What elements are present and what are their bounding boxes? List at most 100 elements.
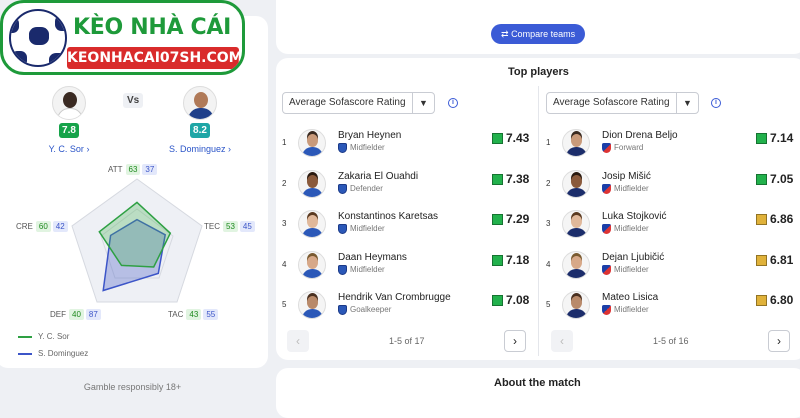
player-b-rating: 8.2 [190,123,210,138]
player-row[interactable]: 3 Konstantinos Karetsas Midfielder 7.29 [282,206,530,246]
player-a-rating: 7.8 [59,123,79,138]
player-a-avatar [52,86,86,120]
stat-def: DEF 40 87 [50,309,101,320]
player-row[interactable]: 2 Zakaria El Ouahdi Defender 7.38 [282,166,530,206]
team-crest-icon [602,183,611,194]
player-position: Midfielder [338,143,385,153]
next-page-button-left[interactable]: › [504,330,526,352]
player-rank: 2 [546,178,551,188]
player-position: Defender [338,183,383,194]
player-position: Midfielder [338,264,385,275]
player-photo [298,291,326,319]
info-icon[interactable]: i [711,98,721,108]
top-players-title: Top players [508,66,569,78]
player-photo [562,250,590,279]
player-photo [562,169,590,198]
compare-icon: ⇄ [501,29,509,39]
player-row[interactable]: 3 Luka Stojković Midfielder 6.86 [546,206,794,246]
rating-color-indicator [492,173,503,185]
player-rating: 6.81 [770,252,794,267]
soccer-ball-icon [9,9,67,67]
player-name: Luka Stojković [602,211,667,222]
player-rank: 1 [546,138,551,147]
player-row[interactable]: 4 Dejan Ljubičić Midfielder 6.81 [546,247,794,287]
rating-color-indicator [492,295,503,306]
caret-down-icon: ▼ [412,93,434,113]
player-rank: 1 [282,138,287,147]
info-icon[interactable]: i [448,98,458,108]
player-row[interactable]: 5 Hendrik Van Crombrugge Goalkeeper 7.08 [282,287,530,327]
player-name: Josip Mišić [602,170,651,182]
player-name: Bryan Heynen [338,130,402,141]
next-page-button-right[interactable]: › [768,330,790,352]
about-match-title: About the match [494,377,581,389]
site-logo[interactable]: KÈO NHÀ CÁI KEONHACAI07SH.COM [0,0,245,75]
player-rating: 6.86 [770,212,794,226]
team-crest-icon [338,183,347,194]
prev-page-button-left[interactable]: ‹ [287,330,309,352]
player-a[interactable]: 7.8 Y. C. Sor › [32,86,106,154]
team-crest-icon [338,305,347,315]
player-rating: 7.43 [506,131,530,145]
player-photo [562,210,590,238]
player-rank: 2 [282,178,287,188]
player-b-avatar [183,86,217,120]
team-crest-icon [602,143,611,153]
player-row[interactable]: 1 Dion Drena Beljo Forward 7.14 [546,125,793,165]
team-crest-icon [338,264,347,275]
player-rating: 7.08 [506,293,530,307]
rating-dropdown-right[interactable]: Average Sofascore Rating ▼ [546,92,699,114]
player-row[interactable]: 5 Mateo Lisica Midfielder 6.80 [546,287,794,327]
player-row[interactable]: 4 Daan Heymans Midfielder 7.18 [282,247,530,287]
player-photo [298,250,326,279]
compare-teams-button[interactable]: ⇄ Compare teams [491,24,586,44]
player-name: Konstantinos Karetsas [338,211,439,222]
player-position: Forward [602,143,643,153]
player-name: Hendrik Van Crombrugge [338,292,451,303]
player-position: Goalkeeper [338,305,391,315]
legend-player-a: Y. C. Sor [18,332,69,341]
logo-domain-text: KEONHACAI07SH.COM [67,47,242,69]
stat-tac: TAC 43 55 [168,309,219,320]
rating-color-indicator [756,133,767,144]
about-match-card [276,368,800,418]
team-crest-icon [338,143,347,153]
player-name: Zakaria El Ouahdi [338,170,419,182]
player-position: Midfielder [602,264,649,275]
prev-page-button-right[interactable]: ‹ [551,330,573,352]
rating-dropdown-left[interactable]: Average Sofascore Rating ▼ [282,92,435,114]
rating-color-indicator [492,133,503,144]
rating-color-indicator [756,295,767,306]
rating-color-indicator [756,173,767,185]
player-rating: 7.29 [506,212,530,226]
logo-brand-text: KÈO NHÀ CÁI [73,15,232,40]
pager-left: 1-5 of 17 [389,336,425,346]
player-position: Midfielder [602,224,649,234]
rating-color-indicator [756,254,767,266]
player-position: Midfielder [602,305,649,315]
player-a-name-link[interactable]: Y. C. Sor › [32,144,106,154]
vs-label: Vs [123,93,144,108]
team-crest-icon [602,224,611,234]
player-rating: 6.80 [770,293,794,307]
player-position: Midfielder [602,183,649,194]
player-b-name-link[interactable]: S. Dominguez › [158,144,242,154]
player-row[interactable]: 1 Bryan Heynen Midfielder 7.43 [282,125,530,165]
player-name: Dion Drena Beljo [602,130,678,141]
player-row[interactable]: 2 Josip Mišić Midfielder 7.05 [546,166,794,206]
player-name: Dejan Ljubičić [602,251,665,263]
player-rating: 7.05 [770,171,794,186]
team-crest-icon [602,305,611,315]
player-position: Midfielder [338,224,385,234]
player-rating: 7.38 [506,171,530,186]
gamble-responsibly-text: Gamble responsibly 18+ [83,382,182,392]
team-crest-icon [602,264,611,275]
player-rating: 7.18 [506,252,530,267]
stat-att: ATT 63 37 [108,164,158,175]
chevron-right-icon: › [86,144,90,154]
player-rank: 5 [282,300,287,309]
pager-right: 1-5 of 16 [653,336,689,346]
player-b[interactable]: 8.2 S. Dominguez › [158,86,242,154]
player-rank: 3 [282,219,287,228]
team-crest-icon [338,224,347,234]
